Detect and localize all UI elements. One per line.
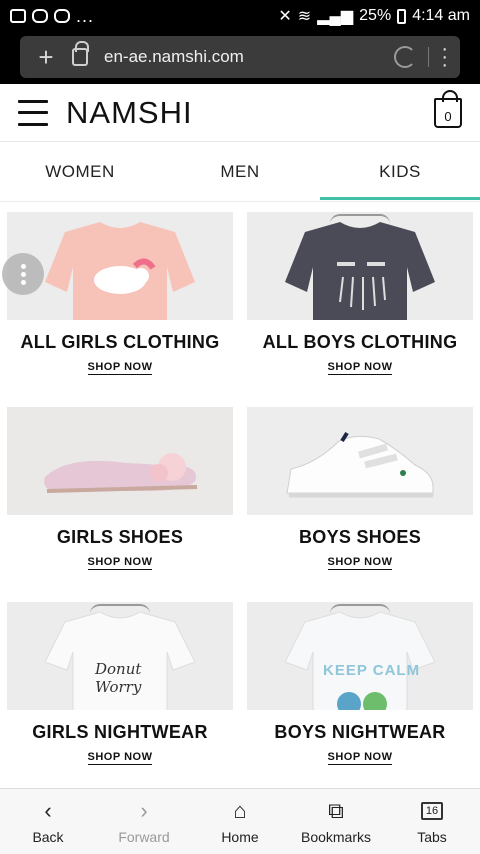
browser-menu-icon[interactable]: · · · (441, 39, 448, 75)
browser-bottom-nav: ‹ Back › Forward ⌂ Home ⧉ Bookmarks 16 T… (0, 788, 480, 854)
clock: 4:14 am (412, 7, 470, 24)
cart-count: 0 (444, 108, 452, 124)
tee-print-line2: Worry (95, 678, 142, 696)
category-title[interactable]: GIRLS NIGHTWEAR (32, 722, 208, 743)
product-image[interactable] (7, 407, 233, 515)
category-card-boys-shoes[interactable]: BOYS SHOES SHOP NOW (247, 407, 473, 602)
category-title[interactable]: BOYS SHOES (299, 527, 421, 548)
boys-sweater-image (285, 222, 435, 320)
new-tab-icon[interactable]: + (32, 42, 60, 73)
floating-more-button[interactable] (2, 253, 44, 295)
shop-now-link[interactable]: SHOP NOW (87, 361, 153, 375)
product-image[interactable] (247, 407, 473, 515)
battery-icon (397, 8, 407, 24)
gallery-icon (10, 9, 26, 23)
category-title[interactable]: GIRLS SHOES (57, 527, 183, 548)
divider (428, 47, 430, 67)
home-button[interactable]: ⌂ Home (192, 789, 288, 854)
site-header: NAMSHI 0 (0, 84, 480, 142)
status-right: ✕ ≋ ▂▄▆ 25% 4:14 am (278, 6, 470, 26)
cart-icon[interactable]: 0 (434, 89, 462, 128)
home-icon: ⌂ (233, 797, 247, 823)
category-card-girls-nightwear[interactable]: Donut Worry GIRLS NIGHTWEAR SHOP NOW (7, 602, 233, 797)
tabs-icon: 16 (421, 801, 443, 820)
category-card-boys-nightwear[interactable]: KEEP CALM BOYS NIGHTWEAR SHOP NOW (247, 602, 473, 797)
department-tabs: WOMEN MEN KIDS (0, 142, 480, 202)
bag-notification-icon (32, 9, 48, 23)
browser-toolbar: + en-ae.namshi.com · · · (0, 32, 480, 84)
shop-now-link[interactable]: SHOP NOW (87, 751, 153, 765)
more-notifications: ... (76, 5, 95, 26)
site-logo[interactable]: NAMSHI (66, 95, 193, 131)
category-card-girls-shoes[interactable]: GIRLS SHOES SHOP NOW (7, 407, 233, 602)
product-image[interactable] (247, 212, 473, 320)
category-card-boys-clothing[interactable]: ALL BOYS CLOTHING SHOP NOW (247, 212, 473, 407)
tee-print: KEEP CALM (323, 662, 421, 679)
forward-label: Forward (118, 828, 170, 845)
url-text[interactable]: en-ae.namshi.com (104, 47, 394, 67)
tab-men[interactable]: MEN (160, 142, 320, 201)
shop-now-link[interactable]: SHOP NOW (327, 751, 393, 765)
product-image[interactable]: Donut Worry (7, 602, 233, 710)
wifi-icon: ≋ (297, 8, 312, 25)
chevron-right-icon: › (140, 797, 148, 823)
status-bar: ... ✕ ≋ ▂▄▆ 25% 4:14 am (0, 0, 480, 32)
signal-icon: ▂▄▆ (317, 8, 354, 25)
category-title[interactable]: ALL BOYS CLOTHING (263, 332, 458, 353)
back-button[interactable]: ‹ Back (0, 789, 96, 854)
mute-icon: ✕ (278, 8, 292, 25)
menu-icon[interactable] (18, 99, 48, 126)
status-left: ... (10, 6, 94, 27)
battery-percent: 25% (359, 7, 392, 24)
tabs-label: Tabs (417, 828, 447, 845)
category-grid: ALL GIRLS CLOTHING SHOP NOW ALL BOYS CLO… (7, 212, 473, 797)
tab-kids[interactable]: KIDS (320, 142, 480, 201)
home-label: Home (221, 828, 259, 845)
category-title[interactable]: ALL GIRLS CLOTHING (20, 332, 219, 353)
bookmarks-label: Bookmarks (300, 828, 372, 845)
tabs-button[interactable]: 16 Tabs (384, 789, 480, 854)
reload-icon[interactable] (394, 46, 417, 68)
shop-now-link[interactable]: SHOP NOW (87, 556, 153, 570)
bag-notification-icon (54, 9, 70, 23)
bookmarks-button[interactable]: ⧉ Bookmarks (288, 789, 384, 854)
tabs-icon-wrap: 16 (421, 799, 443, 823)
category-title[interactable]: BOYS NIGHTWEAR (274, 722, 445, 743)
boys-tee-image (285, 612, 435, 710)
category-card-girls-clothing[interactable]: ALL GIRLS CLOTHING SHOP NOW (7, 212, 233, 407)
tab-women[interactable]: WOMEN (0, 142, 160, 201)
bookmarks-icon: ⧉ (328, 797, 344, 823)
tee-print: Donut Worry (95, 660, 141, 696)
shop-now-link[interactable]: SHOP NOW (327, 556, 393, 570)
boys-shoe-image (286, 431, 434, 498)
girls-shoe-image (44, 453, 198, 493)
product-image[interactable]: KEEP CALM (247, 602, 473, 710)
lock-icon[interactable] (72, 41, 89, 66)
shop-now-link[interactable]: SHOP NOW (327, 361, 393, 375)
back-label: Back (32, 828, 64, 845)
girls-sweater-image (45, 222, 195, 320)
tee-print-line1: Donut (95, 660, 142, 678)
address-bar[interactable]: + en-ae.namshi.com · · · (20, 36, 460, 78)
chevron-left-icon: ‹ (44, 797, 52, 823)
forward-button[interactable]: › Forward (96, 789, 192, 854)
